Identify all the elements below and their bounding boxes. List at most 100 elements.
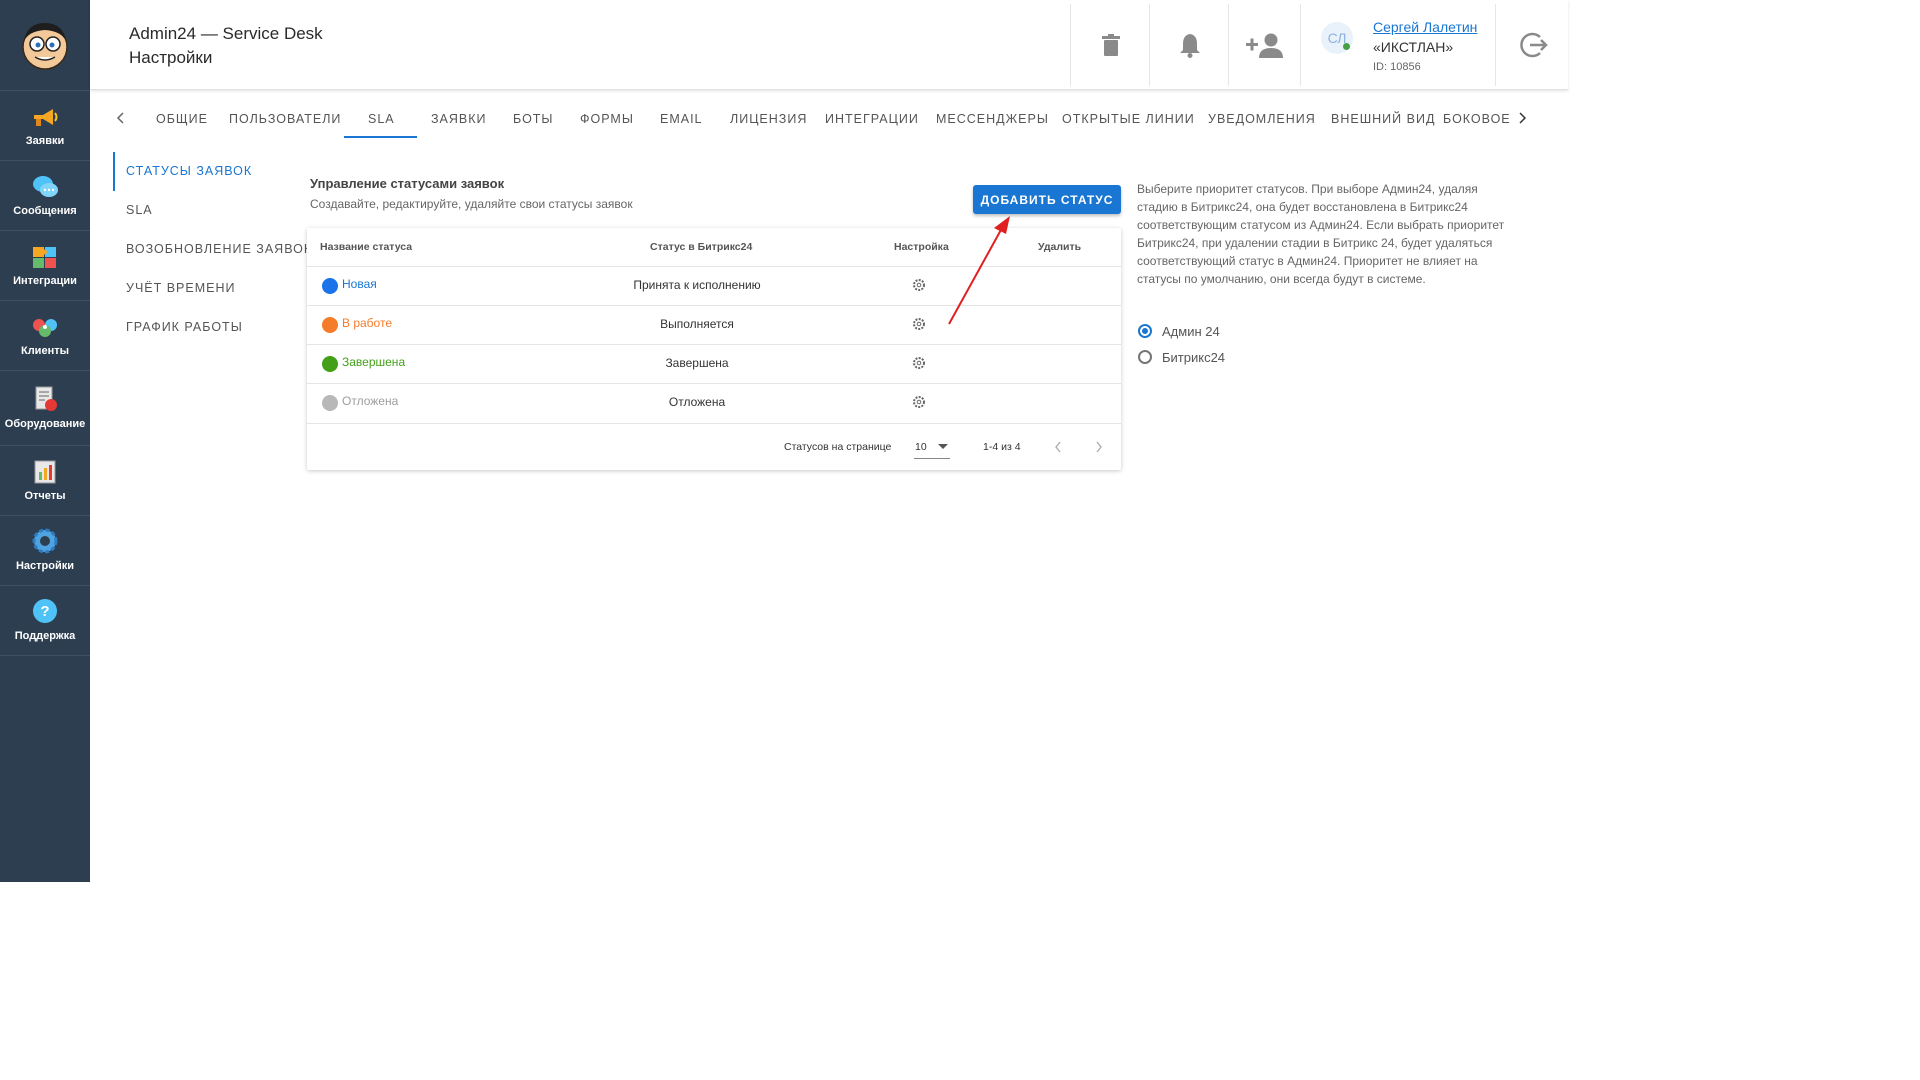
app-title: Admin24 — Service Desk — [129, 24, 323, 43]
page-title: Admin24 — Service Desk Настройки — [129, 22, 323, 70]
tab-appearance[interactable]: Внешний вид — [1331, 96, 1435, 138]
tabs-scroll-left-button[interactable] — [108, 106, 132, 130]
top-header: Admin24 — Service Desk Настройки СЛ Серг… — [90, 0, 1568, 90]
notifications-button[interactable] — [1149, 4, 1229, 86]
chevron-left-icon — [116, 112, 124, 124]
table-row: Завершена Завершена — [307, 344, 1121, 384]
status-name[interactable]: В работе — [342, 305, 392, 342]
table-pagination: Статусов на странице 10 1-4 из 4 — [307, 424, 1121, 470]
annotation-arrow — [948, 216, 1010, 325]
tabs-scroll-right-button[interactable] — [1511, 106, 1535, 130]
statuses-section-title: Управление статусами заявок — [310, 176, 505, 191]
settings-tabs: Общие Пользователи SLA Заявки Боты Формы… — [90, 96, 1568, 140]
status-color-dot — [322, 395, 338, 411]
tab-notifications[interactable]: Уведомления — [1208, 96, 1316, 138]
tab-sla[interactable]: SLA — [368, 96, 395, 138]
row-settings-gear-icon[interactable] — [912, 395, 926, 409]
tab-requests[interactable]: Заявки — [431, 96, 487, 138]
status-name[interactable]: Новая — [342, 266, 377, 303]
row-settings-gear-icon[interactable] — [912, 278, 926, 292]
sidebar-item-requests[interactable]: Заявки — [0, 91, 90, 161]
status-color-dot — [322, 317, 338, 333]
status-color-dot — [322, 278, 338, 294]
tab-sidebar[interactable]: Боковое — [1443, 96, 1511, 138]
chevron-right-icon — [1519, 112, 1527, 124]
gear-icon — [32, 528, 58, 554]
sidebar-item-support[interactable]: ? Поддержка — [0, 586, 90, 656]
sidebar-item-label: Сообщения — [13, 205, 77, 217]
puzzle-icon — [33, 247, 56, 268]
bell-icon — [1179, 34, 1200, 58]
logout-icon — [1519, 32, 1548, 58]
sidebar-item-label: Интеграции — [13, 275, 77, 287]
priority-option-label: Админ 24 — [1162, 323, 1220, 339]
status-name[interactable]: Отложена — [342, 383, 398, 420]
priority-info-text: Выберите приоритет статусов. При выборе … — [1137, 182, 1505, 286]
tab-integrations[interactable]: Интеграции — [825, 96, 919, 138]
mascot-face-icon — [22, 23, 68, 70]
radio-button-checked[interactable] — [1138, 324, 1152, 338]
status-name[interactable]: Завершена — [342, 344, 405, 381]
statuses-section-subtitle: Создавайте, редактируйте, удаляйте свои … — [310, 197, 633, 211]
report-icon — [34, 460, 56, 484]
tab-users[interactable]: Пользователи — [229, 96, 341, 138]
priority-option-bitrix24[interactable]: Битрикс24 — [1138, 346, 1225, 368]
trash-button[interactable] — [1070, 4, 1150, 86]
sidebar-item-label: Заявки — [25, 135, 65, 147]
tab-open-lines[interactable]: Открытые линии — [1062, 96, 1195, 138]
section-title: Настройки — [129, 48, 213, 67]
online-status-dot — [1343, 43, 1350, 50]
sidebar-item-settings[interactable]: Настройки — [0, 516, 90, 586]
rows-per-page-value: 10 — [915, 441, 927, 453]
add-status-button[interactable]: Добавить статус — [973, 185, 1121, 214]
row-settings-gear-icon[interactable] — [912, 356, 926, 370]
column-header-status-name[interactable]: Название статуса — [320, 228, 412, 266]
chevron-left-icon — [1055, 441, 1061, 453]
priority-option-admin24[interactable]: Админ 24 — [1138, 320, 1220, 342]
rows-per-page-select[interactable]: 10 — [914, 436, 950, 459]
sidebar-item-label: Клиенты — [20, 345, 69, 357]
tab-messengers[interactable]: Мессенджеры — [936, 96, 1049, 138]
bitrix-status: Принята к исполнению — [633, 278, 761, 292]
subnav-item-request-statuses[interactable]: Статусы заявок — [113, 152, 303, 191]
sidebar-item-equipment[interactable]: Оборудование — [0, 371, 90, 446]
equipment-icon — [35, 386, 57, 411]
sidebar: Заявки Сообщения Интеграции Клиенты Обор… — [0, 0, 90, 882]
settings-subnav: Статусы заявок SLA Возобновление заявок … — [113, 152, 311, 347]
user-profile: СЛ Сергей Лалетин «ИКСТЛАН» ID: 10856 — [1300, 4, 1496, 86]
sidebar-item-label: Поддержка — [14, 630, 76, 642]
sidebar-item-label: Настройки — [15, 560, 75, 572]
app-logo[interactable] — [0, 0, 90, 91]
subnav-item-time-tracking[interactable]: Учёт времени — [113, 269, 303, 308]
user-name-link[interactable]: Сергей Лалетин — [1373, 19, 1477, 35]
tab-email[interactable]: Email — [660, 96, 703, 138]
sidebar-item-integrations[interactable]: Интеграции — [0, 231, 90, 301]
row-settings-gear-icon[interactable] — [912, 317, 926, 331]
trash-icon — [1101, 34, 1120, 56]
next-page-button[interactable] — [1090, 438, 1108, 456]
add-user-button[interactable] — [1228, 4, 1301, 86]
sidebar-item-reports[interactable]: Отчеты — [0, 446, 90, 516]
sidebar-item-label: Отчеты — [24, 490, 66, 502]
logout-button[interactable] — [1495, 4, 1569, 86]
radio-button-unchecked[interactable] — [1138, 350, 1152, 364]
chat-bubbles-icon — [33, 176, 58, 197]
bitrix-status: Выполняется — [660, 317, 734, 331]
chevron-right-icon — [1096, 441, 1102, 453]
sidebar-item-messages[interactable]: Сообщения — [0, 161, 90, 231]
people-icon — [33, 319, 57, 337]
tab-license[interactable]: Лицензия — [730, 96, 807, 138]
add-user-icon — [1246, 33, 1283, 58]
subnav-item-reopen-requests[interactable]: Возобновление заявок — [113, 230, 311, 269]
column-header-delete: Удалить — [1038, 241, 1082, 253]
previous-page-button[interactable] — [1049, 438, 1067, 456]
subnav-item-sla[interactable]: SLA — [113, 191, 303, 230]
tab-forms[interactable]: Формы — [580, 96, 634, 138]
subnav-item-work-schedule[interactable]: График работы — [113, 308, 303, 347]
tab-bots[interactable]: Боты — [513, 96, 554, 138]
svg-text:?: ? — [40, 603, 49, 620]
tab-general[interactable]: Общие — [156, 96, 208, 138]
column-header-bitrix-status: Статус в Битрикс24 — [650, 241, 753, 253]
sidebar-item-clients[interactable]: Клиенты — [0, 301, 90, 371]
user-id: ID: 10856 — [1373, 61, 1421, 73]
